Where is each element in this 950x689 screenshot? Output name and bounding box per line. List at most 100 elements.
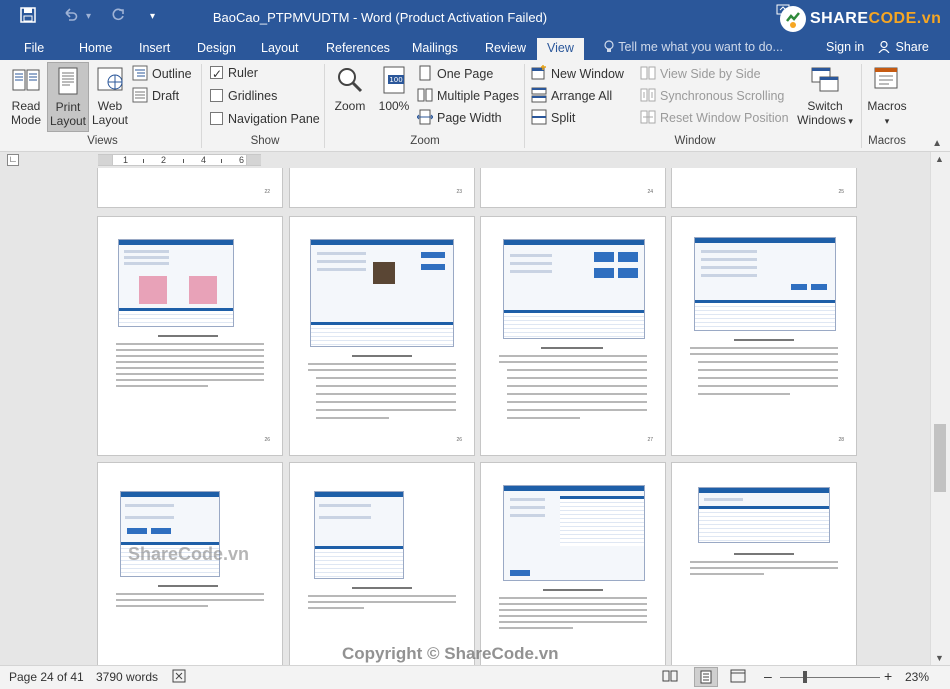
reset-window-position-button[interactable]: Reset Window Position [640, 108, 789, 128]
mini-titlebar [504, 240, 644, 245]
mini-flower-image [189, 276, 217, 304]
zoom-in-button[interactable]: + [884, 668, 892, 684]
arrange-all-button[interactable]: Arrange All [531, 86, 612, 106]
mini-row [509, 506, 545, 509]
tab-references[interactable]: References [324, 39, 392, 60]
print-layout-view-icon[interactable] [694, 667, 718, 687]
tab-review[interactable]: Review [483, 39, 528, 60]
multiple-pages-button[interactable]: Multiple Pages [417, 86, 519, 106]
page-count[interactable]: Page 24 of 41 [9, 670, 84, 684]
tab-view[interactable]: View [537, 38, 584, 60]
ruler-tick [183, 159, 184, 163]
text-line [116, 343, 264, 345]
page-number: 22 [264, 189, 270, 195]
navigation-pane-checkbox[interactable]: Navigation Pane [210, 109, 320, 129]
page-width-button[interactable]: Page Width [417, 108, 502, 128]
document-canvas[interactable]: 22 23 24 25 26 26 27 28 ShareCode.vn [0, 168, 930, 665]
tab-layout[interactable]: Layout [259, 39, 301, 60]
web-layout-view-icon[interactable] [730, 669, 746, 686]
outline-button[interactable]: Outline [132, 64, 192, 84]
document-page[interactable]: 26 [289, 216, 475, 456]
navigation-pane-check-box[interactable] [210, 112, 223, 125]
mini-row [123, 262, 170, 265]
draft-button[interactable]: Draft [132, 86, 179, 106]
proofing-icon[interactable] [172, 669, 188, 686]
share-button[interactable]: Share [874, 37, 936, 59]
document-page[interactable]: 27 [480, 216, 666, 456]
sign-in-link[interactable]: Sign in [826, 40, 864, 54]
one-page-button[interactable]: One Page [417, 64, 493, 84]
side-by-side-icon [640, 66, 656, 80]
figure-caption [543, 589, 603, 591]
switch-windows-label-1: Switch [807, 99, 843, 113]
mini-row [316, 252, 367, 255]
ruler-check-box[interactable] [210, 64, 223, 84]
text-line [690, 561, 838, 563]
sharecode-logo-text: SHARECODE.vn [810, 10, 942, 27]
scroll-thumb[interactable] [934, 424, 946, 492]
zoom-out-button[interactable]: – [764, 668, 772, 684]
collapse-ribbon-icon[interactable]: ▲ [932, 138, 942, 149]
gridlines-checkbox[interactable]: Gridlines [210, 86, 277, 106]
vertical-scrollbar[interactable]: ▲ ▼ [930, 152, 950, 665]
gridlines-check-box[interactable] [210, 89, 223, 102]
tab-insert[interactable]: Insert [137, 39, 172, 60]
mini-row [123, 256, 170, 259]
page-number: 26 [264, 437, 270, 443]
tab-home[interactable]: Home [77, 39, 114, 60]
figure-caption [734, 553, 794, 555]
scroll-up-icon[interactable]: ▲ [935, 154, 944, 164]
split-button[interactable]: Split [531, 108, 575, 128]
document-page[interactable]: 28 [671, 216, 857, 456]
document-page[interactable]: 26 [97, 216, 283, 456]
zoom-slider-thumb[interactable] [803, 671, 807, 683]
synchronous-scrolling-button[interactable]: Synchronous Scrolling [640, 86, 784, 106]
mini-table [119, 308, 233, 326]
tab-file[interactable]: File [22, 39, 46, 60]
svg-text:100: 100 [389, 76, 402, 84]
print-layout-label-2: Layout [49, 114, 87, 128]
text-line [116, 349, 264, 351]
ruler-bar: ∟ 1 2 4 6 [0, 152, 950, 168]
print-layout-button[interactable]: Print Layout [47, 62, 89, 132]
document-page[interactable]: 23 [289, 168, 475, 208]
split-icon [531, 109, 547, 125]
bullet-line [506, 377, 647, 379]
text-line [499, 355, 647, 357]
macros-button[interactable]: Macros ▾ [865, 62, 909, 128]
mini-table [560, 496, 644, 546]
tell-me-search[interactable]: Tell me what you want to do... [603, 40, 783, 54]
zoom-slider[interactable] [780, 677, 880, 678]
zoom-100-button[interactable]: 100 100% [374, 62, 414, 113]
word-count[interactable]: 3790 words [96, 670, 158, 684]
read-mode-view-icon[interactable] [662, 669, 678, 686]
mini-table [699, 506, 829, 542]
document-page[interactable] [480, 462, 666, 665]
tab-mailings[interactable]: Mailings [410, 39, 460, 60]
navigation-pane-label: Navigation Pane [228, 112, 320, 126]
ruler-right-margin [247, 154, 261, 166]
mini-row [316, 260, 367, 263]
switch-windows-button[interactable]: Switch Windows ▾ [795, 62, 855, 128]
tab-design[interactable]: Design [195, 39, 238, 60]
mini-row [700, 266, 757, 269]
document-page[interactable]: 22 [97, 168, 283, 208]
sharecode-badge-icon [780, 6, 806, 32]
gridlines-label: Gridlines [228, 89, 278, 103]
document-page[interactable] [671, 462, 857, 665]
document-page[interactable]: 24 [480, 168, 666, 208]
horizontal-ruler[interactable]: 1 2 4 6 [112, 154, 247, 166]
zoom-button[interactable]: Zoom [330, 62, 370, 113]
scroll-down-icon[interactable]: ▼ [935, 653, 944, 663]
new-window-button[interactable]: New Window [531, 64, 624, 84]
ruler-checkbox[interactable]: Ruler [210, 63, 258, 84]
tab-selector[interactable]: ∟ [7, 154, 19, 166]
web-layout-label-2: Layout [91, 113, 129, 127]
figure-caption [352, 355, 412, 357]
zoom-percent[interactable]: 23% [905, 670, 929, 684]
web-layout-button[interactable]: Web Layout [90, 62, 130, 127]
document-page[interactable] [289, 462, 475, 665]
view-side-by-side-button[interactable]: View Side by Side [640, 64, 761, 84]
read-mode-button[interactable]: Read Mode [6, 62, 46, 127]
document-page[interactable]: 25 [671, 168, 857, 208]
